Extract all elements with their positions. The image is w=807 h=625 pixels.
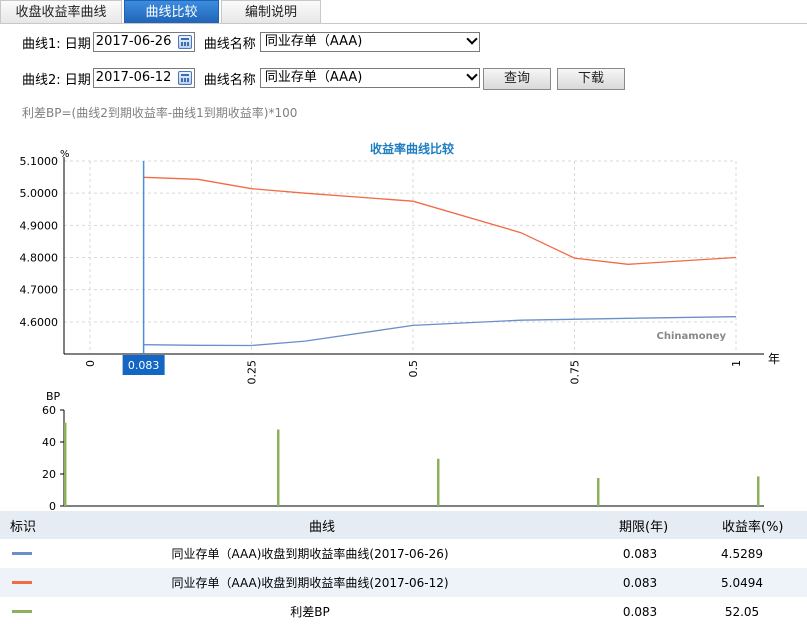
x-tick-label: 1 — [730, 360, 743, 367]
cell-yield: 5.0494 — [721, 575, 763, 590]
y-tick-label: 5.0000 — [20, 187, 59, 200]
x-axis-unit: 年 — [768, 352, 780, 366]
cell-yield: 4.5289 — [721, 546, 763, 561]
y-tick-label: 4.6000 — [20, 316, 59, 329]
header-mark: 标识 — [10, 519, 37, 535]
cell-term: 0.083 — [622, 575, 658, 590]
x-tick-label: 0.75 — [569, 360, 582, 385]
crosshair-label: 0.083 — [128, 359, 160, 372]
table-row: 同业存单（AAA)收盘到期收益率曲线(2017-06-12) 0.083 5.049… — [0, 568, 807, 597]
legend-table-header: 标识 曲线 期限(年) 收益率(%) — [0, 511, 807, 539]
spread-bar — [437, 458, 440, 506]
x-tick-label: 0.25 — [246, 360, 259, 385]
y-tick-label: 4.7000 — [20, 284, 59, 297]
spread-bar — [597, 478, 600, 506]
chart-title: 收益率曲线比较 — [370, 141, 454, 156]
y-axis-unit: % — [60, 149, 70, 160]
chart-watermark: Chinamoney — [657, 331, 727, 342]
header-term: 期限(年) — [619, 519, 669, 535]
cell-curve: 利差BP — [290, 605, 330, 619]
y-tick-label: 4.8000 — [20, 252, 59, 265]
cell-term: 0.083 — [622, 546, 658, 561]
bar-y-tick-label: 60 — [42, 404, 56, 417]
x-tick-label: 0.5 — [407, 360, 420, 378]
spread-bar — [757, 476, 760, 506]
series-line-curve1 — [143, 316, 737, 347]
series-swatch — [12, 552, 32, 555]
table-row: 同业存单（AAA)收盘到期收益率曲线(2017-06-26) 0.083 4.528… — [0, 539, 807, 568]
spread-bar — [64, 422, 67, 506]
table-row: 利差BP 0.083 52.05 — [0, 597, 807, 625]
cell-term: 0.083 — [622, 604, 658, 619]
bar-y-tick-label: 20 — [42, 468, 56, 481]
series-line-curve2 — [143, 176, 737, 265]
header-curve: 曲线 — [309, 519, 336, 535]
x-tick-label: 0 — [84, 360, 97, 367]
y-tick-label: 4.9000 — [20, 219, 59, 232]
y-tick-label: 5.1000 — [20, 155, 59, 168]
bar-y-axis-unit: BP — [46, 390, 61, 403]
cell-yield: 52.05 — [724, 604, 760, 619]
series-swatch — [12, 581, 32, 584]
cell-curve: 同业存单（AAA)收盘到期收益率曲线(2017-06-26) — [171, 547, 449, 561]
header-yield: 收益率(%) — [722, 519, 784, 535]
cell-curve: 同业存单（AAA)收盘到期收益率曲线(2017-06-12) — [171, 576, 449, 590]
spread-bar — [277, 429, 280, 506]
bar-y-tick-label: 40 — [42, 436, 56, 449]
series-swatch — [12, 610, 32, 613]
